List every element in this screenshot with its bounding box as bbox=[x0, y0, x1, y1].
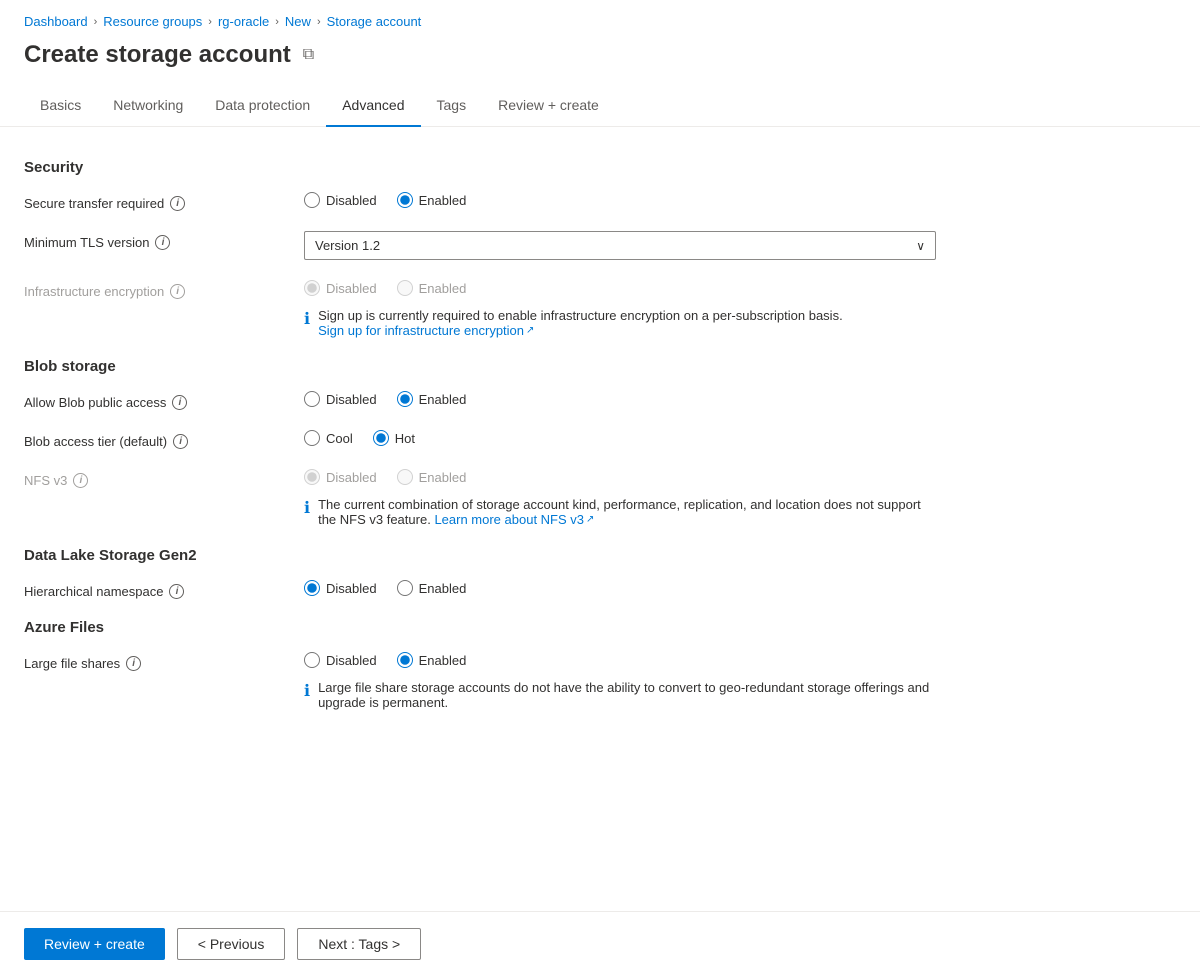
nfs-v3-radio-group: Disabled Enabled bbox=[304, 469, 936, 485]
infra-encryption-info-icon[interactable]: i bbox=[170, 284, 185, 299]
large-file-shares-disabled[interactable]: Disabled bbox=[304, 652, 377, 668]
secure-transfer-control: Disabled Enabled bbox=[304, 192, 936, 208]
nfs-v3-info-icon[interactable]: i bbox=[73, 473, 88, 488]
tab-bar: Basics Networking Data protection Advanc… bbox=[0, 85, 1200, 127]
large-file-shares-info-icon[interactable]: i bbox=[126, 656, 141, 671]
nfs-v3-info-banner: ℹ The current combination of storage acc… bbox=[304, 497, 936, 527]
infra-encryption-label: Infrastructure encryption i bbox=[24, 280, 304, 299]
tab-advanced[interactable]: Advanced bbox=[326, 85, 420, 127]
content-area: Security Secure transfer required i Disa… bbox=[0, 127, 960, 754]
breadcrumb-sep-4: › bbox=[317, 16, 321, 28]
blob-public-access-info-icon[interactable]: i bbox=[172, 395, 187, 410]
secure-transfer-enabled[interactable]: Enabled bbox=[397, 192, 467, 208]
large-file-shares-control: Disabled Enabled ℹ Large file share stor… bbox=[304, 652, 936, 710]
secure-transfer-radio-group: Disabled Enabled bbox=[304, 192, 936, 208]
nfs-v3-control: Disabled Enabled ℹ The current combinati… bbox=[304, 469, 936, 527]
blob-access-tier-radio-group: Cool Hot bbox=[304, 430, 936, 446]
blob-access-tier-cool[interactable]: Cool bbox=[304, 430, 353, 446]
nfs-v3-disabled[interactable]: Disabled bbox=[304, 469, 377, 485]
hierarchical-ns-label: Hierarchical namespace i bbox=[24, 580, 304, 599]
infra-encryption-info-banner: ℹ Sign up is currently required to enabl… bbox=[304, 308, 936, 338]
large-file-shares-row: Large file shares i Disabled Enabled bbox=[24, 652, 936, 710]
min-tls-control: Version 1.2 ∨ bbox=[304, 231, 936, 260]
secure-transfer-label: Secure transfer required i bbox=[24, 192, 304, 211]
nfs-v3-label: NFS v3 i bbox=[24, 469, 304, 488]
large-file-shares-info-banner: ℹ Large file share storage accounts do n… bbox=[304, 680, 936, 710]
infra-encryption-control: Disabled Enabled ℹ Sign up is currently … bbox=[304, 280, 936, 338]
hierarchical-ns-info-icon[interactable]: i bbox=[169, 584, 184, 599]
blob-section: Blob storage Allow Blob public access i … bbox=[24, 358, 936, 527]
hierarchical-ns-row: Hierarchical namespace i Disabled Enable… bbox=[24, 580, 936, 599]
min-tls-value: Version 1.2 bbox=[315, 238, 380, 253]
infra-encryption-radio-group: Disabled Enabled bbox=[304, 280, 936, 296]
tab-data-protection[interactable]: Data protection bbox=[199, 85, 326, 127]
breadcrumb-rg-oracle[interactable]: rg-oracle bbox=[218, 14, 269, 29]
blob-public-access-radio-group: Disabled Enabled bbox=[304, 391, 936, 407]
nfs-external-link-icon: ↗ bbox=[586, 514, 594, 525]
large-file-shares-label: Large file shares i bbox=[24, 652, 304, 671]
secure-transfer-info-icon[interactable]: i bbox=[170, 196, 185, 211]
info-icon: ℹ bbox=[304, 309, 310, 329]
min-tls-row: Minimum TLS version i Version 1.2 ∨ bbox=[24, 231, 936, 260]
blob-access-tier-hot[interactable]: Hot bbox=[373, 430, 415, 446]
page-header: Create storage account ⧉ bbox=[0, 37, 1200, 85]
tab-review-create[interactable]: Review + create bbox=[482, 85, 615, 127]
security-title: Security bbox=[24, 159, 936, 176]
hierarchical-ns-control: Disabled Enabled bbox=[304, 580, 936, 596]
blob-access-tier-row: Blob access tier (default) i Cool Hot bbox=[24, 430, 936, 449]
infra-encryption-signup-link[interactable]: Sign up for infrastructure encryption ↗ bbox=[318, 323, 534, 338]
blob-public-access-row: Allow Blob public access i Disabled Enab… bbox=[24, 391, 936, 410]
infra-encryption-disabled[interactable]: Disabled bbox=[304, 280, 377, 296]
blob-access-tier-label: Blob access tier (default) i bbox=[24, 430, 304, 449]
azure-files-section: Azure Files Large file shares i Disabled bbox=[24, 619, 936, 710]
breadcrumb-sep-1: › bbox=[94, 16, 98, 28]
blob-public-access-control: Disabled Enabled bbox=[304, 391, 936, 407]
nfs-v3-learn-more-link[interactable]: Learn more about NFS v3 ↗ bbox=[434, 512, 594, 527]
tab-networking[interactable]: Networking bbox=[97, 85, 199, 127]
chevron-down-icon: ∨ bbox=[916, 239, 925, 253]
blob-public-access-enabled[interactable]: Enabled bbox=[397, 391, 467, 407]
large-file-shares-enabled[interactable]: Enabled bbox=[397, 652, 467, 668]
external-link-icon: ↗ bbox=[526, 325, 534, 336]
breadcrumb-resource-groups[interactable]: Resource groups bbox=[103, 14, 202, 29]
previous-button[interactable]: < Previous bbox=[177, 928, 286, 960]
large-file-info-icon: ℹ bbox=[304, 681, 310, 701]
data-lake-section: Data Lake Storage Gen2 Hierarchical name… bbox=[24, 547, 936, 599]
nfs-info-icon: ℹ bbox=[304, 498, 310, 518]
blob-public-access-disabled[interactable]: Disabled bbox=[304, 391, 377, 407]
hierarchical-ns-disabled[interactable]: Disabled bbox=[304, 580, 377, 596]
review-create-button[interactable]: Review + create bbox=[24, 928, 165, 960]
tab-tags[interactable]: Tags bbox=[421, 85, 483, 127]
min-tls-info-icon[interactable]: i bbox=[155, 235, 170, 250]
breadcrumb: Dashboard › Resource groups › rg-oracle … bbox=[0, 0, 1200, 37]
blob-access-tier-control: Cool Hot bbox=[304, 430, 936, 446]
nfs-v3-enabled[interactable]: Enabled bbox=[397, 469, 467, 485]
page-title: Create storage account bbox=[24, 41, 291, 69]
data-lake-title: Data Lake Storage Gen2 bbox=[24, 547, 936, 564]
secure-transfer-disabled[interactable]: Disabled bbox=[304, 192, 377, 208]
copy-icon[interactable]: ⧉ bbox=[303, 46, 314, 64]
infra-encryption-enabled[interactable]: Enabled bbox=[397, 280, 467, 296]
nfs-v3-row: NFS v3 i Disabled Enabled bbox=[24, 469, 936, 527]
blob-access-tier-info-icon[interactable]: i bbox=[173, 434, 188, 449]
min-tls-select[interactable]: Version 1.2 ∨ bbox=[304, 231, 936, 260]
infra-encryption-row: Infrastructure encryption i Disabled Ena… bbox=[24, 280, 936, 338]
hierarchical-ns-enabled[interactable]: Enabled bbox=[397, 580, 467, 596]
footer: Review + create < Previous Next : Tags > bbox=[0, 911, 1200, 976]
hierarchical-ns-radio-group: Disabled Enabled bbox=[304, 580, 936, 596]
large-file-shares-radio-group: Disabled Enabled bbox=[304, 652, 936, 668]
tab-basics[interactable]: Basics bbox=[24, 85, 97, 127]
breadcrumb-new[interactable]: New bbox=[285, 14, 311, 29]
min-tls-label: Minimum TLS version i bbox=[24, 231, 304, 250]
breadcrumb-storage-account[interactable]: Storage account bbox=[327, 14, 422, 29]
secure-transfer-row: Secure transfer required i Disabled Enab… bbox=[24, 192, 936, 211]
breadcrumb-sep-2: › bbox=[208, 16, 212, 28]
security-section: Security Secure transfer required i Disa… bbox=[24, 159, 936, 338]
azure-files-title: Azure Files bbox=[24, 619, 936, 636]
blob-public-access-label: Allow Blob public access i bbox=[24, 391, 304, 410]
blob-storage-title: Blob storage bbox=[24, 358, 936, 375]
breadcrumb-sep-3: › bbox=[275, 16, 279, 28]
breadcrumb-dashboard[interactable]: Dashboard bbox=[24, 14, 88, 29]
next-tags-button[interactable]: Next : Tags > bbox=[297, 928, 421, 960]
